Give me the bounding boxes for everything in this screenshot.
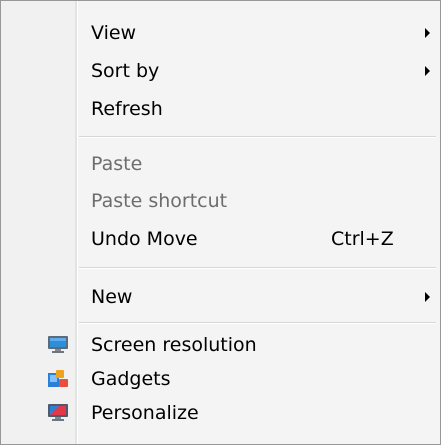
personalize-icon bbox=[47, 403, 69, 423]
menu-item-label: New bbox=[91, 286, 133, 308]
menu-item-label: View bbox=[91, 22, 137, 44]
menu-item-label: Refresh bbox=[91, 98, 163, 120]
menu-item-sort-by[interactable]: Sort by bbox=[5, 54, 436, 88]
menu-item-undo-move[interactable]: Undo Move Ctrl+Z bbox=[5, 222, 436, 256]
desktop-context-menu: View Sort by Refresh Paste Paste shortcu… bbox=[0, 0, 441, 445]
submenu-arrow-icon bbox=[425, 28, 430, 38]
menu-item-gadgets[interactable]: Gadgets bbox=[5, 362, 436, 396]
menu-item-refresh[interactable]: Refresh bbox=[5, 92, 436, 126]
menu-item-screen-resolution[interactable]: Screen resolution bbox=[5, 328, 436, 362]
submenu-arrow-icon bbox=[425, 292, 430, 302]
menu-separator bbox=[79, 322, 436, 324]
menu-item-label: Screen resolution bbox=[91, 334, 257, 356]
submenu-arrow-icon bbox=[425, 66, 430, 76]
menu-item-label: Sort by bbox=[91, 60, 160, 82]
menu-item-label: Paste shortcut bbox=[91, 190, 228, 212]
menu-item-label: Paste bbox=[91, 153, 143, 175]
menu-separator bbox=[79, 136, 436, 138]
shortcut-text: Ctrl+Z bbox=[331, 228, 394, 250]
menu-item-label: Undo Move bbox=[91, 228, 198, 250]
gadgets-icon bbox=[47, 369, 69, 389]
menu-item-paste-shortcut: Paste shortcut bbox=[5, 184, 436, 218]
menu-item-personalize[interactable]: Personalize bbox=[5, 396, 436, 430]
menu-item-paste: Paste bbox=[5, 147, 436, 181]
monitor-icon bbox=[47, 335, 69, 355]
menu-item-new[interactable]: New bbox=[5, 280, 436, 314]
menu-item-view[interactable]: View bbox=[5, 16, 436, 50]
menu-item-label: Gadgets bbox=[91, 368, 171, 390]
menu-item-label: Personalize bbox=[91, 402, 199, 424]
menu-separator bbox=[79, 267, 436, 269]
